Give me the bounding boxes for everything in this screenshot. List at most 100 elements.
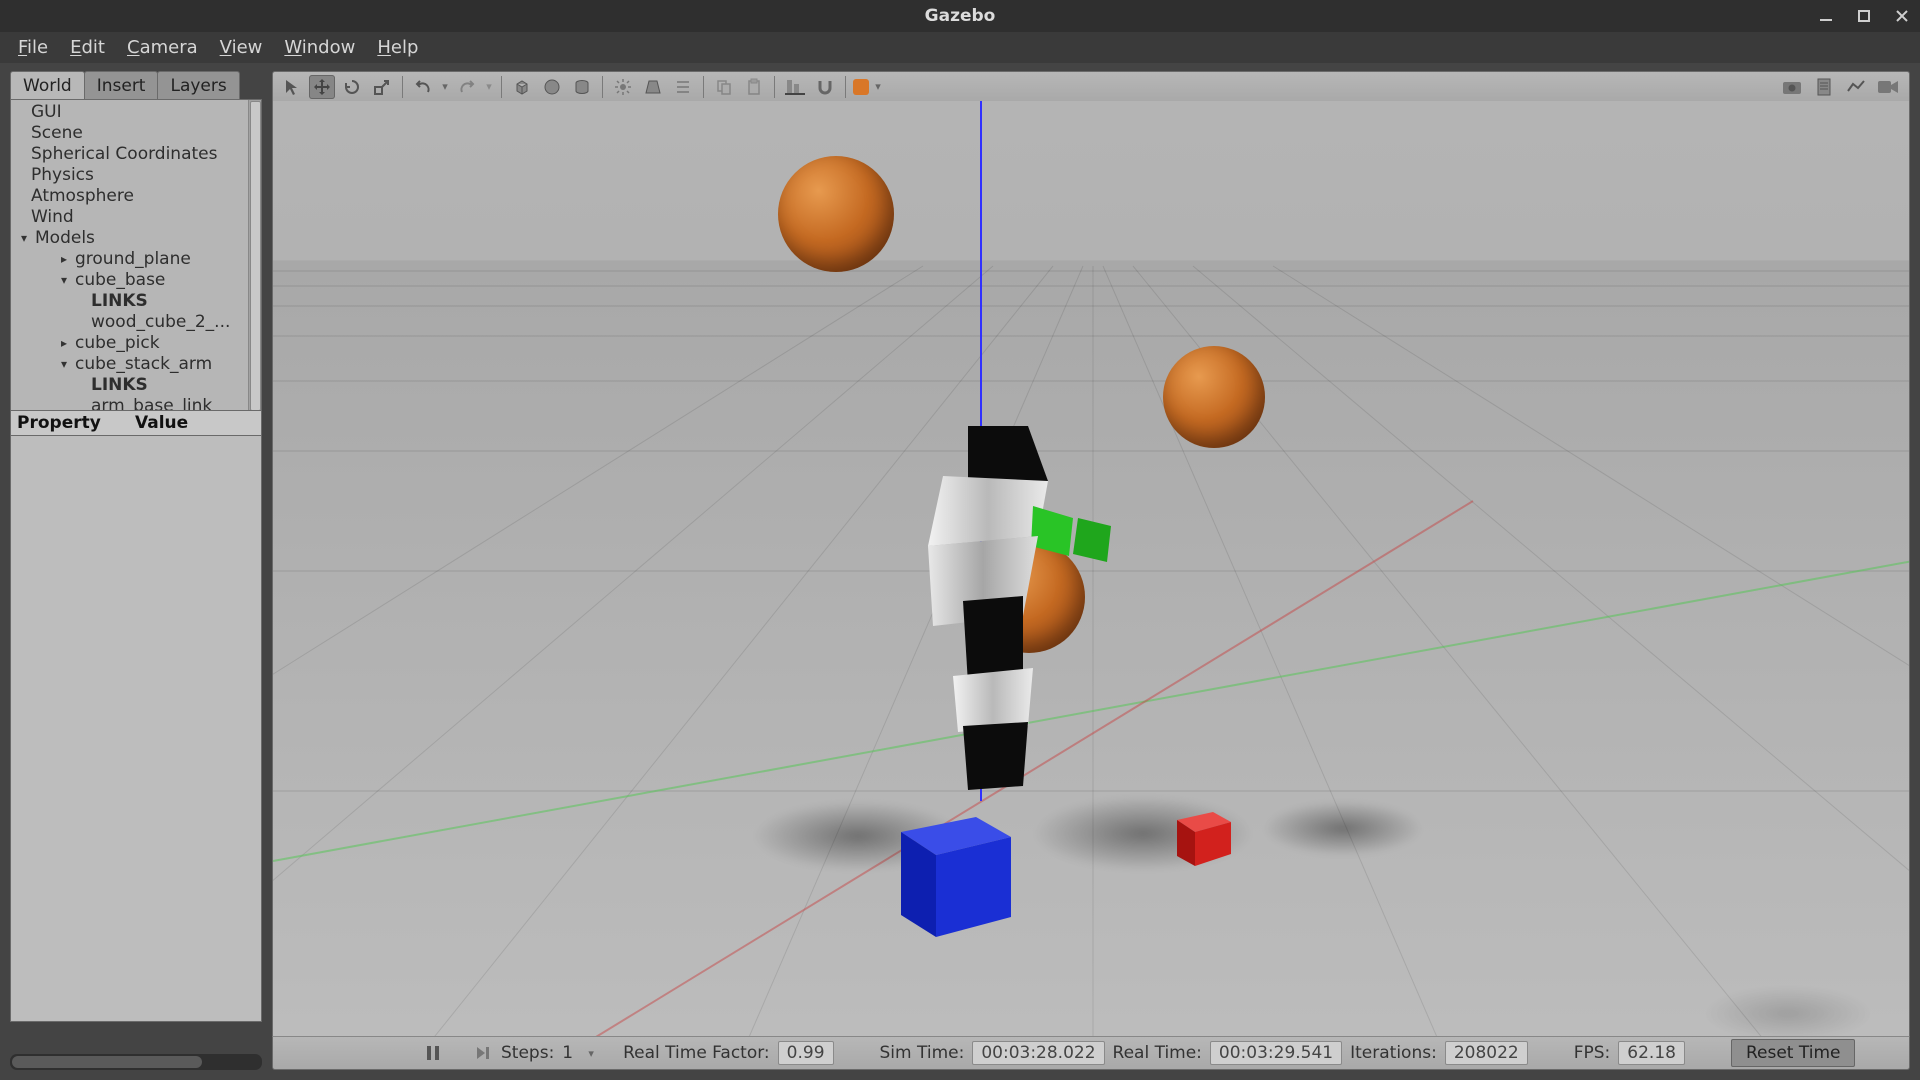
- iterations-value: 208022: [1445, 1041, 1528, 1065]
- maximize-icon: [1858, 10, 1870, 22]
- titlebar: Gazebo: [0, 0, 1920, 32]
- scale-tool[interactable]: [369, 75, 395, 99]
- left-inner: World Insert Layers GUI Scene Spherical …: [10, 71, 262, 1044]
- insert-box[interactable]: [509, 75, 535, 99]
- insert-sphere[interactable]: [539, 75, 565, 99]
- copy-button[interactable]: [711, 75, 737, 99]
- menu-edit[interactable]: Edit: [60, 34, 115, 61]
- align-button[interactable]: [782, 75, 808, 99]
- toolbar-sep: [402, 76, 403, 98]
- pointer-tool[interactable]: [279, 75, 305, 99]
- properties-col-property: Property: [11, 413, 129, 433]
- tab-world[interactable]: World: [10, 71, 85, 99]
- scale-icon: [373, 78, 391, 96]
- directional-light-icon: [674, 78, 692, 96]
- properties-body[interactable]: [10, 436, 262, 1022]
- viewport-canvas[interactable]: [272, 101, 1910, 1036]
- directional-light[interactable]: [670, 75, 696, 99]
- toolbar-sep: [703, 76, 704, 98]
- spot-light[interactable]: [640, 75, 666, 99]
- tree-item-atmosphere[interactable]: Atmosphere: [11, 186, 261, 207]
- paste-icon: [745, 78, 763, 96]
- record-dropdown[interactable]: ▾: [873, 80, 883, 93]
- left-bottom-scrollbar[interactable]: [10, 1054, 262, 1070]
- redo-button[interactable]: [454, 75, 480, 99]
- move-icon: [312, 77, 332, 97]
- stats-button[interactable]: [1843, 75, 1869, 99]
- screenshot-button[interactable]: [1779, 75, 1805, 99]
- point-light-icon: [614, 78, 632, 96]
- reset-time-button[interactable]: Reset Time: [1731, 1039, 1856, 1067]
- close-button[interactable]: [1894, 8, 1910, 24]
- tree-item-cube-pick[interactable]: ▸cube_pick: [11, 333, 261, 354]
- tree-item-cube-base[interactable]: ▾cube_base: [11, 270, 261, 291]
- maximize-button[interactable]: [1856, 8, 1872, 24]
- tree-item-woodcube[interactable]: wood_cube_2_...: [11, 312, 261, 333]
- scene-sphere-top: [778, 156, 894, 272]
- menu-view[interactable]: View: [210, 34, 273, 61]
- step-button[interactable]: [473, 1045, 493, 1061]
- tree-item-wind[interactable]: Wind: [11, 207, 261, 228]
- rotate-tool[interactable]: [339, 75, 365, 99]
- shadow: [1263, 801, 1423, 856]
- tree-scrollbar[interactable]: [248, 100, 261, 410]
- chevron-down-icon: ▾: [17, 228, 31, 249]
- paste-button[interactable]: [741, 75, 767, 99]
- undo-icon: [414, 78, 432, 96]
- chevron-right-icon: ▸: [57, 249, 71, 270]
- copy-icon: [715, 78, 733, 96]
- close-icon: [1896, 10, 1908, 22]
- chevron-down-icon: ▾: [57, 270, 71, 291]
- record-toggle[interactable]: [853, 79, 869, 95]
- cylinder-icon: [573, 78, 591, 96]
- main-toolbar: ▾ ▾: [272, 71, 1910, 101]
- menu-help[interactable]: Help: [367, 34, 428, 61]
- move-tool[interactable]: [309, 75, 335, 99]
- menu-window[interactable]: Window: [274, 34, 365, 61]
- steps-label: Steps:: [501, 1043, 554, 1063]
- minimize-button[interactable]: [1818, 8, 1834, 24]
- left-panel: World Insert Layers GUI Scene Spherical …: [0, 63, 272, 1080]
- camera-record-button[interactable]: [1875, 75, 1901, 99]
- undo-button[interactable]: [410, 75, 436, 99]
- toolbar-sep: [602, 76, 603, 98]
- spot-light-icon: [644, 78, 662, 96]
- scene-sphere-right: [1163, 346, 1265, 448]
- log-button[interactable]: [1811, 75, 1837, 99]
- tree-item-scene[interactable]: Scene: [11, 123, 261, 144]
- rtf-value: 0.99: [778, 1041, 834, 1065]
- redo-dropdown[interactable]: ▾: [484, 80, 494, 93]
- tree-item-spherical[interactable]: Spherical Coordinates: [11, 144, 261, 165]
- steps-value: 1: [562, 1043, 573, 1063]
- point-light[interactable]: [610, 75, 636, 99]
- toolbar-sep: [845, 76, 846, 98]
- stats-icon: [1846, 79, 1866, 95]
- redo-icon: [458, 78, 476, 96]
- snap-icon: [816, 78, 834, 96]
- left-bottom-scroll-thumb[interactable]: [12, 1056, 202, 1068]
- undo-dropdown[interactable]: ▾: [440, 80, 450, 93]
- properties-col-value: Value: [129, 413, 261, 433]
- tree-item-arm-base-link[interactable]: arm_base_link: [11, 396, 261, 411]
- scrollbar-thumb[interactable]: [250, 101, 261, 411]
- pause-button[interactable]: [423, 1045, 443, 1061]
- tree-item-cube-stack-arm[interactable]: ▾cube_stack_arm: [11, 354, 261, 375]
- left-tabs: World Insert Layers: [10, 71, 262, 99]
- tree-item-gui[interactable]: GUI: [11, 102, 261, 123]
- tree-item-links-1[interactable]: LINKS: [11, 291, 261, 312]
- realtime-value: 00:03:29.541: [1210, 1041, 1342, 1065]
- steps-dropdown[interactable]: ▾: [581, 1047, 601, 1060]
- tree-item-physics[interactable]: Physics: [11, 165, 261, 186]
- tree-item-links-2[interactable]: LINKS: [11, 375, 261, 396]
- box-icon: [513, 78, 531, 96]
- tree-item-models[interactable]: ▾Models: [11, 228, 261, 249]
- chevron-right-icon: ▸: [57, 333, 71, 354]
- tree-pane[interactable]: GUI Scene Spherical Coordinates Physics …: [10, 99, 262, 411]
- tree-item-ground-plane[interactable]: ▸ground_plane: [11, 249, 261, 270]
- tab-insert[interactable]: Insert: [84, 71, 159, 99]
- menu-file[interactable]: File: [8, 34, 58, 61]
- menu-camera[interactable]: Camera: [117, 34, 208, 61]
- tab-layers[interactable]: Layers: [157, 71, 239, 99]
- snap-button[interactable]: [812, 75, 838, 99]
- insert-cylinder[interactable]: [569, 75, 595, 99]
